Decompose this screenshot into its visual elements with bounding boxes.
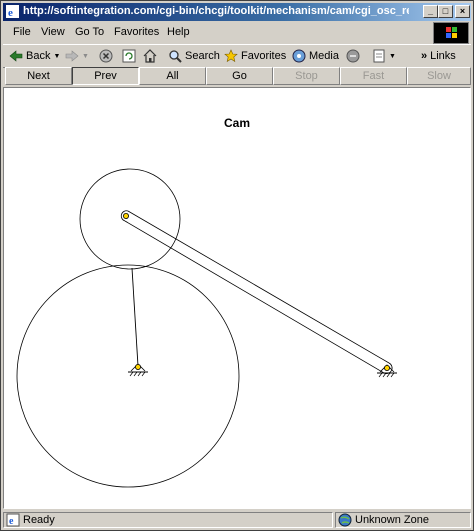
status-bar: e Ready Unknown Zone <box>3 511 471 529</box>
oscillating-arm <box>120 210 393 374</box>
ie-page-icon: e <box>6 5 19 18</box>
search-icon <box>169 50 182 63</box>
edit-page-icon <box>373 49 385 63</box>
back-button[interactable]: Back ▼ <box>9 48 60 64</box>
media-button[interactable]: Media <box>292 48 339 64</box>
go-button[interactable]: Go <box>206 67 273 85</box>
all-button[interactable]: All <box>139 67 206 85</box>
home-button[interactable] <box>143 48 157 64</box>
back-label: Back <box>26 50 51 62</box>
forward-arrow-icon <box>65 50 79 62</box>
favorites-button[interactable]: Favorites <box>224 48 286 64</box>
cam-base-circle <box>16 264 240 488</box>
search-label: Search <box>185 50 220 62</box>
menu-view[interactable]: View <box>41 26 65 38</box>
forward-dropdown-icon[interactable]: ▼ <box>82 53 89 60</box>
refresh-button[interactable] <box>122 48 136 64</box>
cam-ground-pivot-icon <box>128 363 148 377</box>
svg-text:e: e <box>9 516 14 527</box>
refresh-icon <box>122 49 136 63</box>
menu-file[interactable]: File <box>13 26 31 38</box>
favorites-star-icon <box>224 49 238 63</box>
minimize-button[interactable]: _ <box>423 5 438 18</box>
follower-pin-icon <box>123 213 130 220</box>
prev-button[interactable]: Prev <box>72 67 139 85</box>
zone-text: Unknown Zone <box>355 514 429 526</box>
windows-logo-icon <box>433 22 469 44</box>
media-icon <box>292 49 306 63</box>
search-button[interactable]: Search <box>168 48 220 64</box>
forward-button[interactable]: ▼ <box>65 48 89 64</box>
crank-link <box>131 267 139 367</box>
animation-nav-bar: Next Prev All Go Stop Fast Slow <box>3 66 471 86</box>
globe-icon <box>338 513 352 527</box>
home-icon <box>143 49 157 63</box>
standard-toolbar: Back ▼ ▼ Search Favorites Media ▼ » Link… <box>3 44 471 68</box>
next-button[interactable]: Next <box>5 67 72 85</box>
edit-dropdown-icon[interactable]: ▼ <box>389 53 396 60</box>
edit-button[interactable]: ▼ <box>372 48 396 64</box>
title-bar[interactable]: e http://softintegration.com/cgi-bin/chc… <box>3 3 471 21</box>
media-label: Media <box>309 50 339 62</box>
back-dropdown-icon[interactable]: ▼ <box>53 53 60 60</box>
menu-help[interactable]: Help <box>167 26 190 38</box>
page-content: Cam <box>3 87 471 509</box>
page-status-icon: e <box>6 513 20 527</box>
status-text: Ready <box>23 514 55 526</box>
close-button[interactable]: × <box>455 5 470 18</box>
cam-mechanism-drawing <box>16 168 397 488</box>
status-panel: e Ready <box>3 512 333 528</box>
zone-panel: Unknown Zone <box>335 512 471 528</box>
browser-window: e http://softintegration.com/cgi-bin/chc… <box>0 0 474 531</box>
menu-favorites[interactable]: Favorites <box>114 26 159 38</box>
menu-bar: File View Go To Favorites Help <box>3 23 471 43</box>
fast-button[interactable]: Fast <box>340 67 407 85</box>
favorites-label: Favorites <box>241 50 287 62</box>
svg-text:e: e <box>8 7 13 18</box>
back-arrow-icon <box>9 50 23 62</box>
follower-circle <box>79 168 181 270</box>
stop-icon <box>99 49 113 63</box>
stop-anim-button[interactable]: Stop <box>273 67 340 85</box>
slow-button[interactable]: Slow <box>407 67 471 85</box>
stop-button[interactable] <box>99 48 113 64</box>
maximize-button[interactable]: □ <box>438 5 453 18</box>
chevron-right-icon: » <box>421 50 428 62</box>
messenger-button[interactable] <box>345 48 361 64</box>
messenger-icon <box>346 49 360 63</box>
window-title: http://softintegration.com/cgi-bin/chcgi… <box>23 5 409 17</box>
links-label: Links <box>430 50 456 62</box>
menu-go-to[interactable]: Go To <box>75 26 104 38</box>
links-button[interactable]: » Links <box>421 48 456 64</box>
